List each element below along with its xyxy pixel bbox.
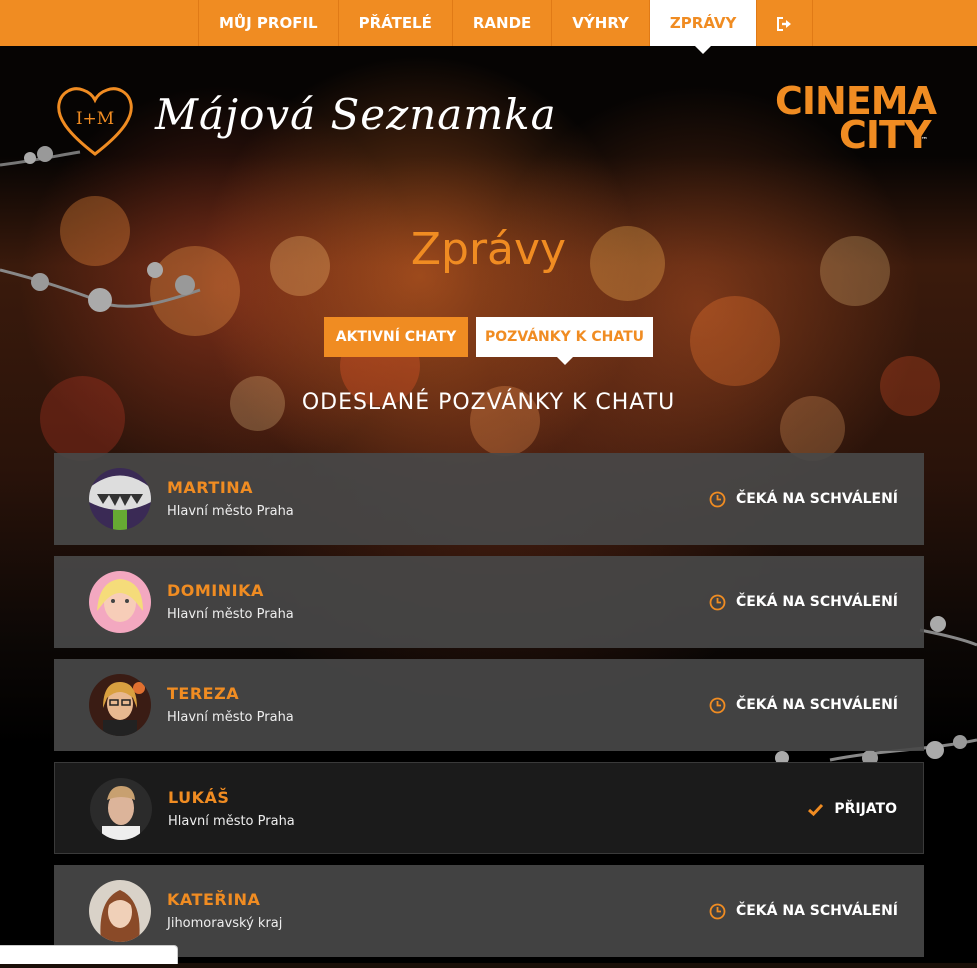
nav-menu: MŮJ PROFIL PŘÁTELÉ RANDE VÝHRY ZPRÁVY [198,0,814,54]
nav-item-dating[interactable]: RANDE [451,0,551,46]
section-title: ODESLANÉ POZVÁNKY K CHATU [301,390,676,415]
clock-icon [709,903,726,919]
avatar[interactable] [90,778,152,840]
clock-icon [709,697,726,713]
invitation-row[interactable]: DOMINIKA Hlavní město Praha ČEKÁ NA SCHV… [54,556,924,648]
nav-item-friends[interactable]: PŘÁTELÉ [337,0,452,46]
contact-region: Hlavní město Praha [167,710,294,725]
contact-name[interactable]: LUKÁŠ [168,788,229,807]
cinema-city-logo: CINEMA CITY ™ [775,82,937,159]
contact-region: Hlavní město Praha [167,607,294,622]
cinema-city-line2: CITY [839,113,931,157]
invitation-row[interactable]: TEREZA Hlavní město Praha ČEKÁ NA SCHVÁL… [54,659,924,751]
avatar[interactable] [89,468,151,530]
nav-item-prizes[interactable]: VÝHRY [551,0,649,46]
contact-name[interactable]: DOMINIKA [167,581,264,600]
status-badge: PŘIJATO [807,798,897,820]
heart-monogram-icon: I+M [57,87,133,156]
status-text: ČEKÁ NA SCHVÁLENÍ [735,697,898,713]
contact-name[interactable]: MARTINA [167,478,253,497]
avatar[interactable] [89,674,151,736]
invitation-row[interactable]: LUKÁŠ Hlavní město Praha PŘIJATO [54,762,924,854]
contact-name[interactable]: TEREZA [167,684,239,703]
logout-button[interactable] [756,0,814,46]
status-badge: ČEKÁ NA SCHVÁLENÍ [709,900,898,922]
nav-item-profile[interactable]: MŮJ PROFIL [198,0,338,46]
page-title: Zprávy [410,224,567,275]
status-badge: ČEKÁ NA SCHVÁLENÍ [709,694,898,716]
contact-name[interactable]: KATEŘINA [167,890,260,909]
contact-region: Hlavní město Praha [167,504,294,519]
invitation-list: MARTINA Hlavní město Praha ČEKÁ NA SCHVÁ… [54,453,924,968]
site-logo[interactable]: I+M Májová Seznamka [55,86,556,186]
nav-item-messages[interactable]: ZPRÁVY [648,0,757,54]
bottom-popup-tab[interactable] [0,945,178,964]
avatar[interactable] [89,880,151,942]
invitation-row[interactable]: MARTINA Hlavní město Praha ČEKÁ NA SCHVÁ… [54,453,924,545]
svg-text:I+M: I+M [76,109,114,129]
status-text: PŘIJATO [834,801,897,817]
clock-icon [709,491,726,507]
contact-region: Jihomoravský kraj [167,916,283,931]
tab-active-chats[interactable]: AKTIVNÍ CHATY [324,317,468,357]
status-text: ČEKÁ NA SCHVÁLENÍ [735,491,898,507]
avatar[interactable] [89,571,151,633]
status-text: ČEKÁ NA SCHVÁLENÍ [735,903,898,919]
top-navigation-bar: MŮJ PROFIL PŘÁTELÉ RANDE VÝHRY ZPRÁVY [0,0,977,54]
status-text: ČEKÁ NA SCHVÁLENÍ [735,594,898,610]
chat-tabs: AKTIVNÍ CHATY POZVÁNKY K CHATU [324,317,653,365]
check-icon [808,803,824,816]
tab-chat-invitations[interactable]: POZVÁNKY K CHATU [476,317,653,365]
status-badge: ČEKÁ NA SCHVÁLENÍ [709,591,898,613]
invitation-row[interactable]: KATEŘINA Jihomoravský kraj ČEKÁ NA SCHVÁ… [54,865,924,957]
contact-region: Hlavní město Praha [168,814,295,829]
clock-icon [709,594,726,610]
cinema-city-tm: ™ [921,136,928,144]
sign-out-icon [777,16,792,31]
status-badge: ČEKÁ NA SCHVÁLENÍ [709,488,898,510]
site-name: Májová Seznamka [155,90,557,139]
